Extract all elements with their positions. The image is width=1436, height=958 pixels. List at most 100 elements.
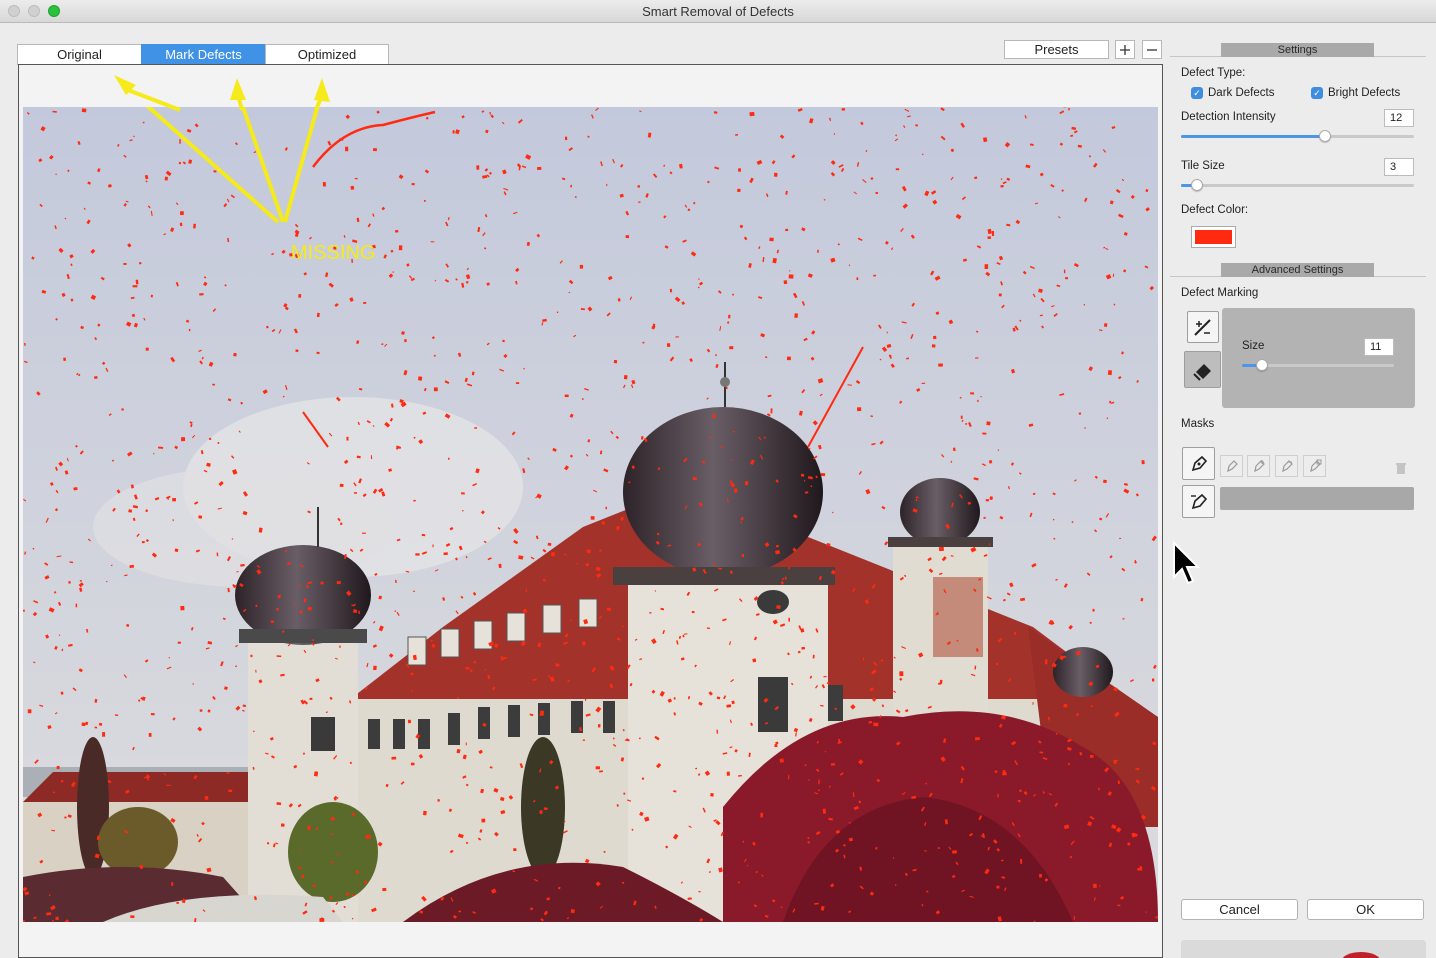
brush-size-thumb[interactable] xyxy=(1256,359,1268,371)
defect-mark xyxy=(729,346,734,350)
defect-mark xyxy=(123,263,127,265)
defect-mark xyxy=(623,792,626,795)
detection-intensity-fill xyxy=(1181,135,1325,138)
defect-mark xyxy=(345,146,349,152)
defect-mark xyxy=(316,351,320,355)
defect-mark xyxy=(299,610,303,614)
defect-mark xyxy=(1092,608,1095,612)
defect-mark xyxy=(199,293,204,296)
minus-icon[interactable] xyxy=(1142,40,1162,59)
brush-size-slider[interactable] xyxy=(1242,359,1394,371)
mask-new-icon[interactable] xyxy=(1220,455,1243,477)
defect-mark xyxy=(779,758,784,763)
detection-intensity-slider[interactable] xyxy=(1181,130,1414,142)
trash-icon[interactable] xyxy=(1392,459,1410,477)
defect-mark xyxy=(774,744,778,748)
cancel-button[interactable]: Cancel xyxy=(1181,899,1298,920)
defect-mark xyxy=(322,182,326,187)
mask-list-bar[interactable] xyxy=(1220,487,1414,510)
defect-mark xyxy=(625,235,630,239)
defect-mark xyxy=(258,527,263,533)
defect-mark xyxy=(404,339,407,343)
mask-intersect-icon[interactable] xyxy=(1303,455,1326,477)
defect-mark xyxy=(856,277,859,280)
brush-size-field[interactable]: 11 xyxy=(1364,338,1394,356)
tile-size-slider[interactable] xyxy=(1181,179,1414,191)
detection-intensity-thumb[interactable] xyxy=(1319,130,1331,142)
defect-mark xyxy=(121,408,124,411)
defect-mark xyxy=(164,176,168,181)
defect-mark xyxy=(398,245,403,251)
defect-mark xyxy=(788,775,790,780)
mask-add-icon[interactable] xyxy=(1247,455,1270,477)
detection-intensity-field[interactable]: 12 xyxy=(1384,109,1414,127)
defect-mark xyxy=(316,312,320,318)
tile-size-field[interactable]: 3 xyxy=(1384,158,1414,176)
defect-mark xyxy=(363,301,367,305)
defect-mark xyxy=(585,563,590,567)
defect-mark xyxy=(1065,276,1069,280)
defect-mark xyxy=(68,580,71,584)
title-bar: Smart Removal of Defects xyxy=(0,0,1436,23)
defect-mark xyxy=(738,168,741,172)
defect-mark xyxy=(938,363,943,367)
defect-mark xyxy=(23,920,25,922)
defect-mark xyxy=(1141,460,1145,465)
tab-mark-defects[interactable]: Mark Defects xyxy=(141,44,266,65)
mask-subtract-icon[interactable] xyxy=(1275,455,1298,477)
mask-pen-subtract-icon[interactable] xyxy=(1182,485,1215,518)
bright-defects-checkbox[interactable]: ✓ Bright Defects xyxy=(1311,87,1400,99)
defect-mark xyxy=(933,335,937,340)
tile-size-thumb[interactable] xyxy=(1191,179,1203,191)
defect-mark xyxy=(737,188,741,193)
defect-mark xyxy=(817,249,819,253)
defect-color-swatch[interactable] xyxy=(1191,226,1236,248)
defect-mark xyxy=(63,357,67,362)
defect-mark xyxy=(180,605,185,611)
defect-mark xyxy=(991,231,995,236)
defect-mark xyxy=(1002,769,1006,773)
defect-mark xyxy=(649,612,652,614)
defect-mark xyxy=(48,894,51,897)
defect-mark xyxy=(687,897,692,900)
defect-mark xyxy=(513,848,517,852)
defect-mark xyxy=(340,522,343,526)
checkmark-icon: ✓ xyxy=(1311,87,1323,99)
defect-mark xyxy=(250,654,253,658)
defect-mark xyxy=(276,802,282,806)
eraser-icon[interactable] xyxy=(1184,351,1221,388)
defect-mark xyxy=(637,185,640,188)
defect-mark xyxy=(362,532,366,534)
defect-mark xyxy=(1078,412,1082,415)
defect-mark xyxy=(937,847,940,849)
defect-mark xyxy=(276,608,279,611)
defect-mark xyxy=(1107,370,1112,376)
tab-optimized[interactable]: Optimized xyxy=(265,44,389,65)
defect-mark xyxy=(1122,618,1125,620)
defect-mark xyxy=(346,436,349,441)
defect-mark xyxy=(982,432,987,435)
defect-mark xyxy=(788,617,790,622)
mask-pen-icon[interactable] xyxy=(1182,447,1215,480)
defect-mark xyxy=(391,756,397,760)
add-defect-brush-icon[interactable] xyxy=(1187,311,1219,343)
defect-mark xyxy=(1038,873,1043,878)
defect-mark xyxy=(710,792,714,797)
ok-button[interactable]: OK xyxy=(1307,899,1424,920)
defect-mark xyxy=(1017,799,1021,803)
advanced-settings-header: Advanced Settings xyxy=(1221,263,1374,277)
tab-original[interactable]: Original xyxy=(17,44,142,65)
defect-mark xyxy=(965,423,968,425)
dark-defects-checkbox[interactable]: ✓ Dark Defects xyxy=(1191,87,1274,99)
defect-mark xyxy=(233,352,237,357)
preview-photo[interactable]: MISSING xyxy=(23,107,1158,922)
defect-mark xyxy=(1002,771,1007,776)
defect-mark xyxy=(430,241,435,243)
defect-mark xyxy=(188,328,191,332)
plus-icon[interactable] xyxy=(1115,40,1135,59)
defect-mark xyxy=(1151,678,1155,682)
defect-mark xyxy=(320,581,324,585)
defect-mark xyxy=(939,679,943,684)
presets-button[interactable]: Presets xyxy=(1004,40,1109,59)
defect-mark xyxy=(769,237,774,242)
